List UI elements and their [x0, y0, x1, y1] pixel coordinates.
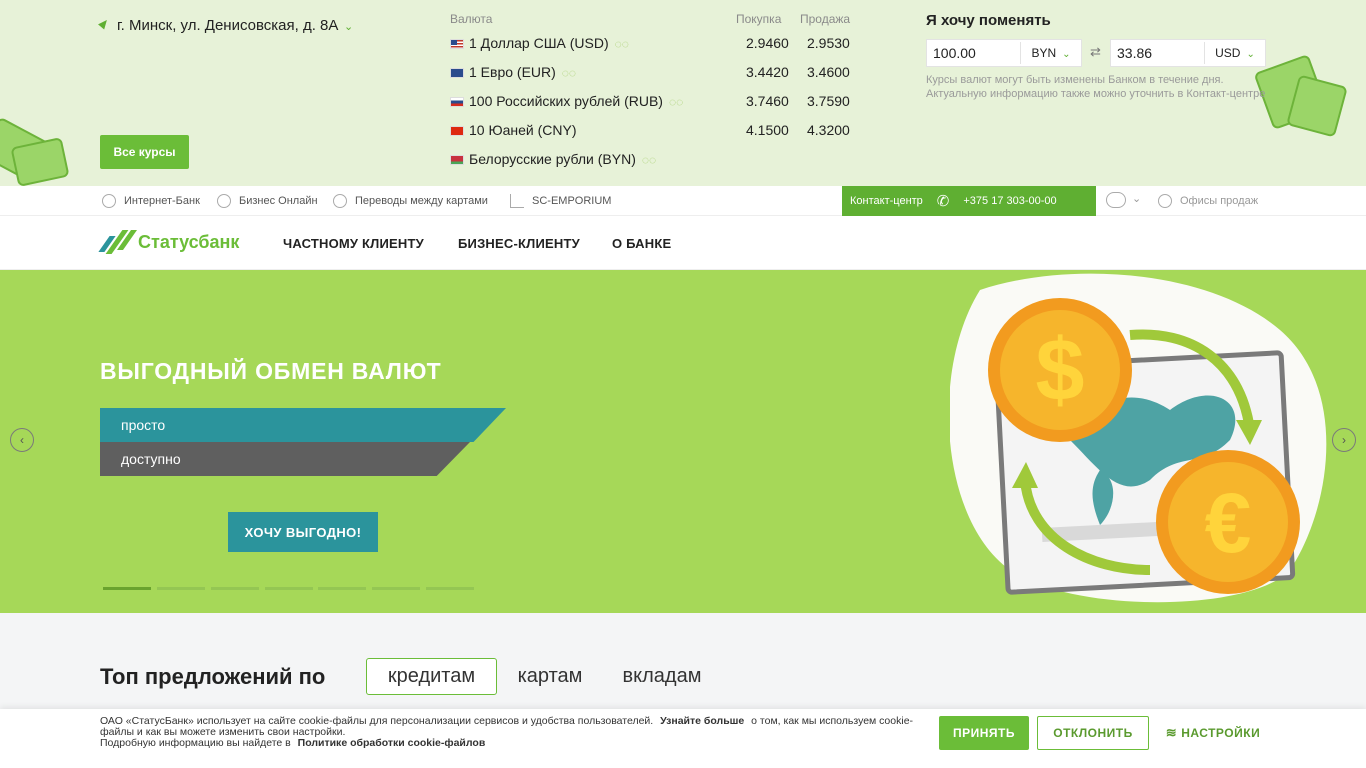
offers-section: Топ предложений по кредитам картам вклад… — [0, 613, 1366, 713]
contact-phone[interactable]: +375 17 303-00-00 — [963, 195, 1056, 207]
slider-prev-icon[interactable]: ‹ — [10, 428, 34, 452]
chevron-down-icon: ⌄ — [1062, 49, 1071, 60]
rate-row-byn: Белорусские рубли (BYN) ◌◌ — [450, 150, 860, 170]
hero-band-simple: просто — [100, 408, 506, 442]
rate-name: 10 Юаней (CNY) — [469, 122, 577, 138]
exchange-from: 100.00 BYN ⌄ — [926, 39, 1082, 67]
flag-by-icon — [450, 155, 464, 165]
slider-dot-7[interactable] — [426, 587, 474, 590]
currency-exchange-illustration: $ € — [950, 273, 1327, 603]
rate-name: Белорусские рубли (BYN) ◌◌ — [469, 151, 657, 167]
contact-label: Контакт-центр — [850, 195, 923, 207]
logo-mark-icon — [98, 230, 138, 254]
cookie-banner: ОАО «СтатусБанк» использует на сайте coo… — [0, 709, 1366, 768]
cookie-settings-button[interactable]: ≋ НАСТРОЙКИ — [1160, 716, 1266, 750]
rate-name: 1 Доллар США (USD) ◌◌ — [469, 35, 629, 51]
link-offices[interactable]: Офисы продаж — [1158, 186, 1258, 216]
exchange-to-currency[interactable]: USD ⌄ — [1205, 46, 1265, 60]
chevron-down-icon[interactable]: ⌄ — [1132, 192, 1141, 205]
rate-row-eur: 1 Евро (EUR) ◌◌ 3.4420 3.4600 — [450, 63, 860, 83]
rate-buy: 3.7460 — [746, 93, 789, 109]
sliders-icon: ≋ — [1165, 725, 1178, 740]
address-text: г. Минск, ул. Денисовская, д. 8А — [117, 17, 339, 34]
rates-col-currency: Валюта — [450, 12, 493, 26]
hero-title: ВЫГОДНЫЙ ОБМЕН ВАЛЮТ — [100, 358, 442, 384]
link-internet-bank[interactable]: Интернет-Банк — [102, 186, 200, 216]
chevron-down-icon[interactable]: ⌄ — [344, 18, 353, 37]
rate-sell: 2.9530 — [807, 35, 850, 51]
link-sc-emporium[interactable]: SC-EMPORIUM — [510, 186, 611, 216]
cookie-decline-button[interactable]: ОТКЛОНИТЬ — [1037, 716, 1149, 750]
swap-icon[interactable]: ⇄ — [1090, 44, 1101, 60]
slider-dot-1[interactable] — [103, 587, 151, 590]
exchange-to-input[interactable]: 33.86 — [1111, 45, 1204, 61]
lock-icon — [217, 194, 231, 208]
flag-us-icon — [450, 39, 464, 49]
rate-sell: 4.3200 — [807, 122, 850, 138]
nav-item-business[interactable]: БИЗНЕС-КЛИЕНТУ — [458, 216, 580, 270]
link-card-transfers[interactable]: Переводы между картами — [333, 186, 488, 216]
flag-cn-icon — [450, 126, 464, 136]
hero-slider: ВЫГОДНЫЙ ОБМЕН ВАЛЮТ просто доступно ХОЧ… — [0, 270, 1366, 613]
map-pin-icon — [1158, 194, 1172, 208]
chart-icon — [510, 194, 524, 208]
rate-sell: 3.4600 — [807, 64, 850, 80]
chevron-down-icon: ⌄ — [1246, 49, 1255, 60]
rates-col-sell: Продажа — [800, 12, 851, 26]
logo-text: Статусбанк — [138, 231, 240, 252]
contact-center[interactable]: Контакт-центр ✆ +375 17 303-00-00 — [842, 186, 1096, 216]
rate-row-usd: 1 Доллар США (USD) ◌◌ 2.9460 2.9530 — [450, 34, 860, 54]
flag-eu-icon — [450, 68, 464, 78]
rate-name: 100 Российских рублей (RUB) ◌◌ — [469, 93, 684, 109]
rates-col-buy: Покупка — [736, 12, 782, 26]
exchange-title: Я хочу поменять — [926, 12, 1051, 29]
cookie-text: ОАО «СтатусБанк» использует на сайте coo… — [100, 715, 914, 749]
chat-icon[interactable] — [1106, 192, 1126, 208]
slider-dot-5[interactable] — [318, 587, 366, 590]
all-rates-button[interactable]: Все курсы — [100, 135, 189, 169]
exchange-from-input[interactable]: 100.00 — [927, 45, 1020, 61]
slider-dot-4[interactable] — [265, 587, 313, 590]
cookie-accept-button[interactable]: ПРИНЯТЬ — [939, 716, 1029, 750]
exchange-to: 33.86 USD ⌄ — [1110, 39, 1266, 67]
rate-buy: 3.4420 — [746, 64, 789, 80]
lock-icon — [102, 194, 116, 208]
tab-cards[interactable]: картам — [507, 658, 593, 695]
rate-row-cny: 10 Юаней (CNY) 4.1500 4.3200 — [450, 121, 860, 141]
hero-band-affordable: доступно — [100, 442, 470, 476]
transfer-icon — [333, 194, 347, 208]
branch-address[interactable]: г. Минск, ул. Денисовская, д. 8А ⌄ — [98, 16, 353, 35]
nav-item-private[interactable]: ЧАСТНОМУ КЛИЕНТУ — [283, 216, 424, 270]
rate-buy: 2.9460 — [746, 35, 789, 51]
logo[interactable]: Статусбанк — [98, 230, 240, 254]
offers-title: Топ предложений по — [100, 664, 326, 689]
link-business-online[interactable]: Бизнес Онлайн — [217, 186, 318, 216]
tab-deposits[interactable]: вкладам — [610, 658, 714, 695]
tab-credits[interactable]: кредитам — [366, 658, 497, 695]
rate-sell: 3.7590 — [807, 93, 850, 109]
nav-item-about[interactable]: О БАНКЕ — [612, 216, 671, 270]
coins-icon: ◌◌ — [561, 66, 577, 80]
coins-icon: ◌◌ — [614, 37, 629, 51]
rate-buy: 4.1500 — [746, 122, 789, 138]
phone-icon: ✆ — [936, 193, 950, 210]
utility-bar: Интернет-Банк Бизнес Онлайн Переводы меж… — [0, 186, 1366, 216]
coins-icon: ◌◌ — [668, 95, 684, 109]
main-nav: Статусбанк ЧАСТНОМУ КЛИЕНТУ БИЗНЕС-КЛИЕН… — [0, 216, 1366, 270]
cookie-learn-more-link[interactable]: Узнайте больше — [660, 715, 744, 727]
slider-dot-2[interactable] — [157, 587, 205, 590]
slider-dot-6[interactable] — [372, 587, 420, 590]
exchange-from-currency[interactable]: BYN ⌄ — [1021, 46, 1081, 60]
svg-text:€: € — [1205, 476, 1252, 570]
slider-dot-3[interactable] — [211, 587, 259, 590]
svg-text:$: $ — [1036, 320, 1085, 419]
rate-name: 1 Евро (EUR) ◌◌ — [469, 64, 577, 80]
rates-panel: г. Минск, ул. Денисовская, д. 8А ⌄ Все к… — [0, 0, 1366, 186]
hero-cta-button[interactable]: ХОЧУ ВЫГОДНО! — [228, 512, 378, 552]
rate-row-rub: 100 Российских рублей (RUB) ◌◌ 3.7460 3.7… — [450, 92, 860, 112]
cookie-policy-link[interactable]: Политике обработки cookie-файлов — [298, 737, 486, 749]
flag-ru-icon — [450, 97, 464, 107]
coins-icon: ◌◌ — [641, 153, 657, 167]
exchange-note: Курсы валют могут быть изменены Банком в… — [926, 74, 1266, 100]
